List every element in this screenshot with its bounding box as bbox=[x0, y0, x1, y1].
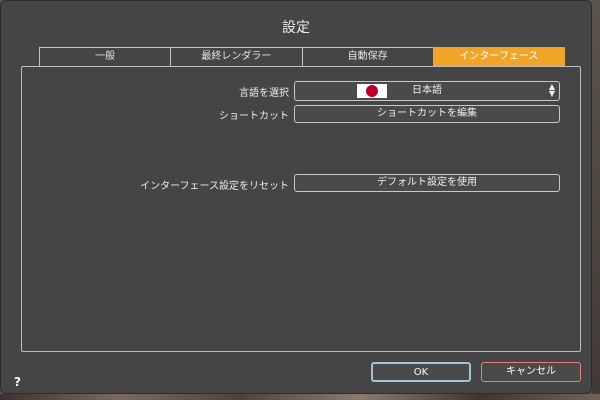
select-arrows-icon: ▲ ▼ bbox=[548, 82, 555, 98]
cancel-button[interactable]: キャンセル bbox=[481, 362, 581, 382]
use-default-settings-button[interactable]: デフォルト設定を使用 bbox=[294, 174, 560, 192]
edit-shortcuts-button[interactable]: ショートカットを編集 bbox=[294, 105, 560, 123]
language-select[interactable]: 日本語 ▲ ▼ bbox=[294, 81, 560, 101]
language-label: 言語を選択 bbox=[239, 88, 289, 99]
language-value: 日本語 bbox=[412, 85, 442, 96]
desktop-background-strip bbox=[0, 394, 600, 400]
desktop-background bbox=[592, 0, 600, 400]
settings-dialog: 設定 一般 最終レンダラー 自動保存 インターフェース 言語を選択 日本語 ▲ ▼… bbox=[0, 0, 592, 394]
ok-button[interactable]: OK bbox=[371, 362, 471, 382]
tab-final-renderer[interactable]: 最終レンダラー bbox=[170, 47, 303, 66]
tab-bar: 一般 最終レンダラー 自動保存 インターフェース bbox=[39, 47, 565, 66]
dialog-title: 設定 bbox=[282, 20, 310, 36]
reset-interface-label: インターフェース設定をリセット bbox=[140, 181, 289, 192]
help-icon[interactable]: ? bbox=[14, 375, 21, 389]
tab-general[interactable]: 一般 bbox=[39, 47, 172, 66]
tab-interface[interactable]: インターフェース bbox=[432, 47, 565, 66]
tab-autosave[interactable]: 自動保存 bbox=[301, 47, 434, 66]
shortcut-label: ショートカット bbox=[219, 111, 289, 122]
